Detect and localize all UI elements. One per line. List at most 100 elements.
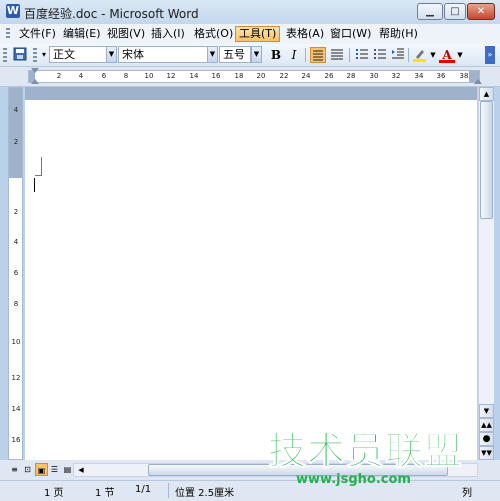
numbered-list-icon [356,49,368,59]
menu-window[interactable]: 窗口(W) [327,26,374,42]
toolbar-options-icon[interactable]: » [485,46,495,64]
vruler-number: 10 [11,338,21,346]
font-dropdown[interactable]: 宋体 [118,46,208,63]
status-column: 列 [462,488,472,499]
normal-view-icon[interactable]: ≡ [8,463,21,476]
ruler-number: 24 [301,72,311,80]
close-button[interactable]: ✕ [467,3,495,20]
menu-edit[interactable]: 编辑(E) [60,26,104,42]
title-bar: W 百度经验.doc - Microsoft Word ▁ □ ✕ [0,0,500,25]
menu-table[interactable]: 表格(A) [283,26,327,42]
vertical-scrollbar[interactable]: ▲ ▼ ▲▲ ● ▼▼ [478,87,494,460]
bold-button[interactable]: B [268,47,284,63]
size-dropdown-arrow-icon[interactable]: ▼ [251,46,262,63]
menubar-grip[interactable] [6,28,10,40]
ruler-number: 28 [346,72,356,80]
ruler-number: 4 [78,72,84,80]
vruler-number: 2 [13,138,19,146]
margin-corner-mark [35,157,42,176]
style-pane-icon[interactable]: ▾ [40,47,48,63]
style-dropdown[interactable]: 正文 [49,46,107,63]
toolbar-separator-3 [408,48,409,62]
window-title: 百度经验.doc - Microsoft Word [24,7,199,21]
minimize-button[interactable]: ▁ [417,3,443,20]
vertical-scroll-thumb[interactable] [480,101,493,219]
ruler-number: 20 [256,72,266,80]
maximize-button[interactable]: □ [444,3,466,20]
menu-insert[interactable]: 插入(I) [148,26,188,42]
toolbar-grip[interactable] [3,48,7,62]
menu-bar: 文件(F) 编辑(E) 视图(V) 插入(I) 格式(O) 工具(T) 表格(A… [0,24,500,45]
menu-tools[interactable]: 工具(T) [235,26,281,42]
hanging-indent-marker[interactable] [31,79,39,84]
ruler-number: 2 [56,72,62,80]
font-size-dropdown[interactable]: 五号 [219,46,251,63]
ruler-number: 36 [436,72,446,80]
browse-object-icon[interactable]: ● [479,432,494,446]
status-section: 1 节 [95,488,115,499]
vruler-number: 4 [13,106,19,114]
ruler-number: 6 [101,72,107,80]
vruler-number: 14 [11,405,21,413]
numbered-list-button[interactable] [354,47,370,63]
vruler-number: 2 [13,208,19,216]
ruler-number: 34 [414,72,424,80]
text-cursor [34,178,35,192]
align-distributed-button[interactable] [329,47,345,63]
status-bar: 1 页 1 节 1/1 位置 2.5厘米 列 [0,480,500,501]
vruler-number: 6 [13,269,19,277]
ruler-number: 22 [279,72,289,80]
right-indent-marker[interactable] [474,79,482,84]
highlight-icon[interactable] [412,47,428,63]
menu-help[interactable]: 帮助(H) [376,26,421,42]
page-top-margin [25,87,477,100]
status-separator [168,483,169,498]
ruler-number: 12 [166,72,176,80]
previous-page-icon[interactable]: ▲▲ [479,418,494,432]
align-justify-button[interactable] [310,47,326,63]
font-color-dropdown-arrow-icon[interactable]: ▼ [456,47,464,63]
formatting-toolbar: ▾ 正文 ▼ 宋体 ▼ 五号 ▼ B I ▼ A ▼ » [0,44,500,67]
menu-view[interactable]: 视图(V) [104,26,148,42]
toolbar-separator [305,48,306,62]
ruler-number: 26 [324,72,334,80]
highlight-dropdown-arrow-icon[interactable]: ▼ [429,47,437,63]
outline-view-icon[interactable]: ☰ [48,463,61,476]
next-page-icon[interactable]: ▼▼ [479,446,494,460]
vruler-number: 4 [13,238,19,246]
align-justify-icon [313,50,323,61]
web-layout-view-icon[interactable]: ⊡ [21,463,34,476]
align-distributed-icon [331,49,343,60]
vertical-ruler[interactable]: 4 2 2 4 6 8 10 12 14 16 [8,87,23,460]
scroll-left-icon[interactable]: ◀ [75,464,87,476]
scroll-up-icon[interactable]: ▲ [479,87,494,101]
italic-button[interactable]: I [286,47,302,63]
ruler-number: 8 [123,72,129,80]
ruler-number: 10 [144,72,154,80]
horizontal-ruler[interactable]: 2 4 6 8 10 12 14 16 18 20 22 24 26 28 30… [0,67,500,87]
document-page[interactable] [25,87,477,460]
menu-format[interactable]: 格式(O) [191,26,236,42]
vruler-number: 12 [11,374,21,382]
font-dropdown-arrow-icon[interactable]: ▼ [207,46,218,63]
menu-file[interactable]: 文件(F) [16,26,59,42]
word-app-icon[interactable]: W [6,4,20,18]
first-line-indent-marker[interactable] [31,68,39,73]
indent-button[interactable] [390,47,406,63]
bullet-list-button[interactable] [372,47,388,63]
save-icon[interactable] [12,47,28,63]
ruler-strip: 2 4 6 8 10 12 14 16 18 20 22 24 26 28 30… [28,70,480,83]
ruler-number: 32 [391,72,401,80]
vertical-ruler-top-margin [9,88,22,178]
ruler-number: 38 [459,72,469,80]
toolbar-separator-2 [349,48,350,62]
status-page: 1 页 [44,488,64,499]
scroll-down-icon[interactable]: ▼ [479,404,494,418]
font-color-button[interactable]: A [439,47,455,63]
print-layout-view-icon[interactable]: ▣ [35,463,48,476]
indent-icon [392,48,404,59]
style-dropdown-arrow-icon[interactable]: ▼ [106,46,117,63]
toolbar-grip-2[interactable] [33,48,37,62]
status-page-of: 1/1 [135,484,152,495]
vruler-number: 16 [11,436,21,444]
